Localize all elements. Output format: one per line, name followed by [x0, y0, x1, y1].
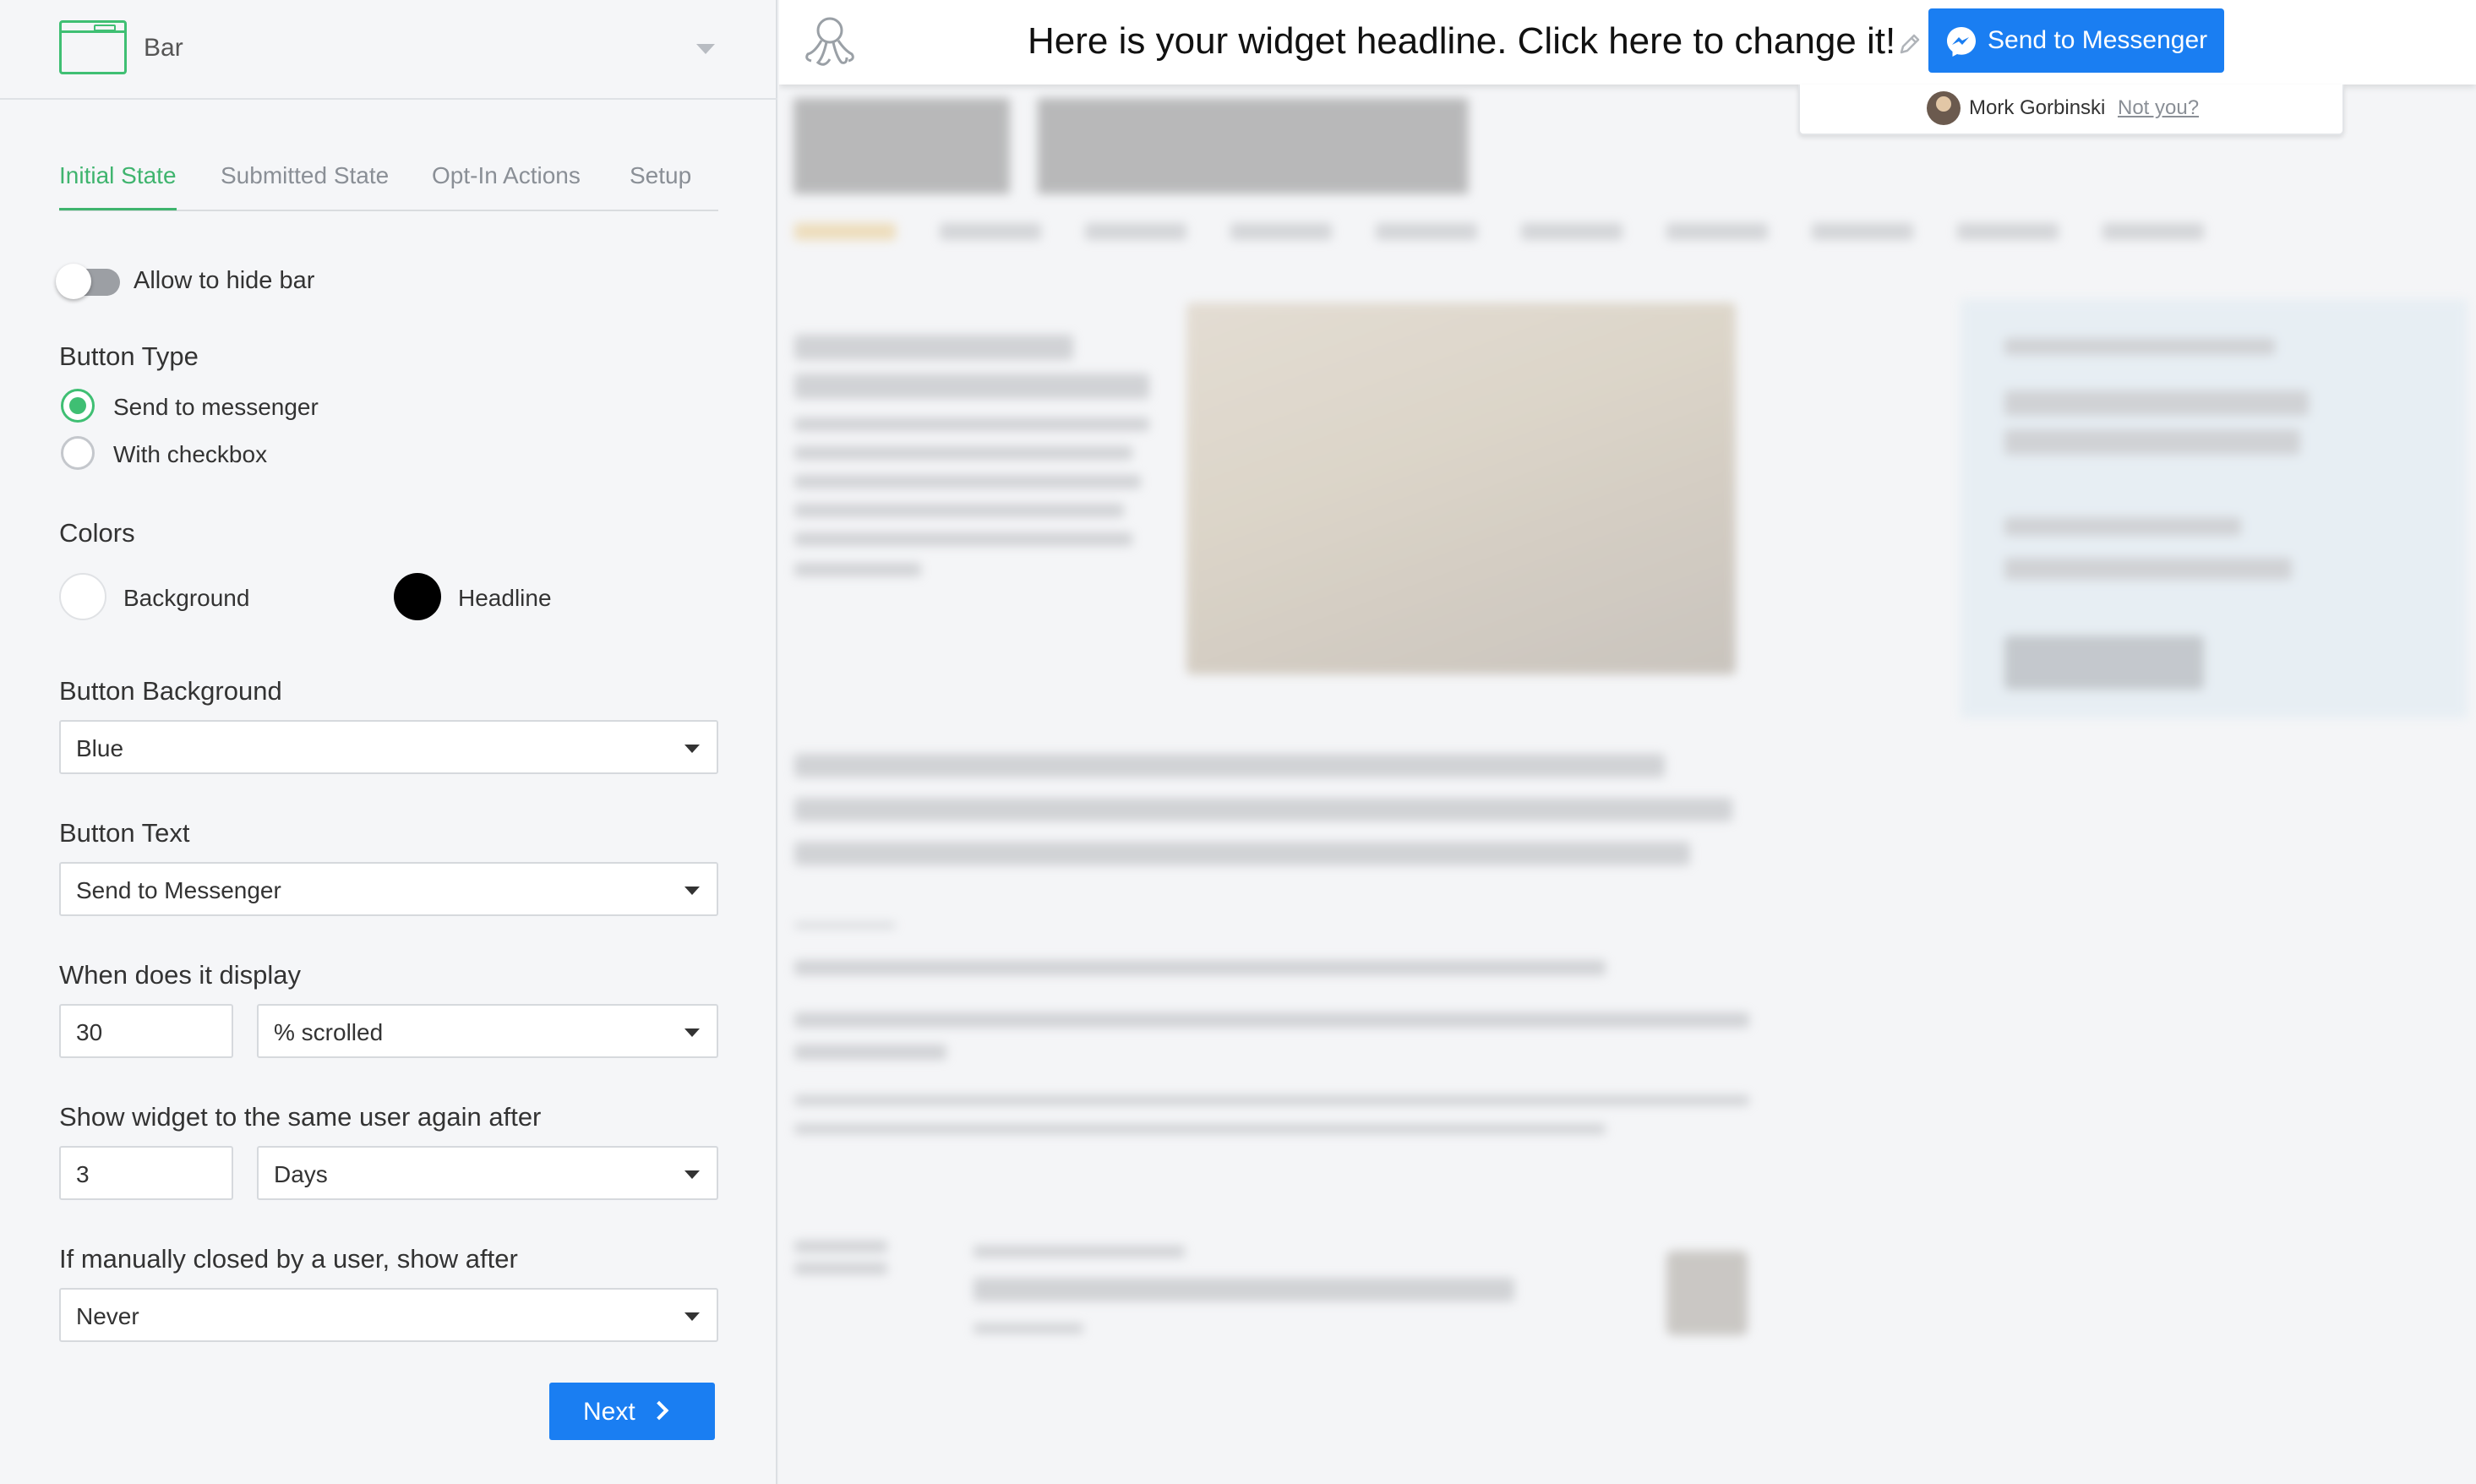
widget-headline[interactable]: Here is your widget headline. Click here… [1028, 20, 1895, 63]
button-type-title: Button Type [59, 341, 199, 371]
widget-bar: Here is your widget headline. Click here… [779, 0, 2476, 85]
display-amount-value: 30 [76, 1019, 103, 1045]
tab-initial-state[interactable]: Initial State [59, 162, 177, 210]
background-color-label: Background [123, 585, 250, 611]
tab-opt-in-actions[interactable]: Opt-In Actions [432, 162, 581, 208]
show-again-amount-value: 3 [76, 1161, 90, 1187]
settings-tabs: Initial State Submitted State Opt-In Act… [59, 157, 718, 211]
blurred-button [2004, 636, 2204, 690]
show-again-unit-value: Days [274, 1161, 328, 1187]
display-unit-select[interactable]: % scrolled [257, 1004, 718, 1058]
button-text-value: Send to Messenger [76, 877, 281, 903]
send-to-messenger-label: Send to Messenger [1988, 26, 2208, 54]
pencil-icon[interactable] [1898, 32, 1922, 56]
caret-down-icon [684, 887, 700, 895]
button-text-title: Button Text [59, 818, 190, 848]
show-again-title: Show widget to the same user again after [59, 1102, 542, 1132]
button-text-select[interactable]: Send to Messenger [59, 862, 718, 916]
background-color-swatch[interactable] [59, 573, 106, 620]
next-button[interactable]: Next [549, 1383, 715, 1440]
messenger-user-box: Mork Gorbinski Not you? [1798, 85, 2344, 135]
colors-title: Colors [59, 518, 135, 548]
tab-submitted-state[interactable]: Submitted State [221, 162, 389, 208]
show-again-unit-select[interactable]: Days [257, 1146, 718, 1200]
show-again-amount-input[interactable]: 3 [59, 1146, 233, 1200]
octopus-logo-icon [805, 17, 854, 66]
radio-with-checkbox[interactable] [61, 436, 95, 470]
bar-widget-icon [59, 20, 127, 74]
button-background-select[interactable]: Blue [59, 720, 718, 774]
blurred-nav [794, 223, 2375, 248]
button-background-title: Button Background [59, 676, 282, 706]
blurred-article-photo [1186, 303, 1736, 674]
chevron-right-icon [649, 1400, 669, 1421]
manually-closed-value: Never [76, 1303, 139, 1329]
next-button-label: Next [583, 1398, 635, 1426]
caret-down-icon[interactable] [696, 44, 715, 54]
hide-bar-label: Allow to hide bar [134, 267, 315, 294]
blurred-website-background: ▇▇▇ ▇▇▇▇▇▇ [779, 0, 2476, 1484]
radio-send-to-messenger-label[interactable]: Send to messenger [113, 394, 319, 421]
avatar [1927, 91, 1961, 125]
caret-down-icon [684, 745, 700, 753]
send-to-messenger-button[interactable]: Send to Messenger [1928, 8, 2224, 73]
caret-down-icon [684, 1028, 700, 1037]
blurred-avatar [1666, 1251, 1748, 1335]
tab-setup[interactable]: Setup [630, 162, 691, 208]
widget-settings-panel: Bar Initial State Submitted State Opt-In… [0, 0, 777, 1484]
widget-type-selector[interactable]: Bar [0, 0, 777, 100]
radio-send-to-messenger[interactable] [61, 389, 95, 423]
display-title: When does it display [59, 960, 302, 990]
manually-closed-title: If manually closed by a user, show after [59, 1244, 518, 1274]
toggle-knob[interactable] [56, 264, 91, 299]
hide-bar-toggle[interactable] [56, 264, 120, 299]
blurred-masthead: ▇▇▇ ▇▇▇▇▇▇ [794, 85, 1468, 193]
caret-down-icon [684, 1312, 700, 1321]
widget-type-label: Bar [144, 34, 183, 62]
button-background-value: Blue [76, 735, 124, 761]
user-name: Mork Gorbinski [1969, 96, 2106, 119]
not-you-link[interactable]: Not you? [2118, 96, 2199, 120]
headline-color-label: Headline [458, 585, 552, 611]
messenger-icon [1947, 27, 1976, 57]
radio-with-checkbox-label[interactable]: With checkbox [113, 441, 267, 468]
caret-down-icon [684, 1170, 700, 1179]
display-amount-input[interactable]: 30 [59, 1004, 233, 1058]
manually-closed-select[interactable]: Never [59, 1288, 718, 1342]
widget-preview: ▇▇▇ ▇▇▇▇▇▇ Here is your widget headline.… [779, 0, 2476, 1484]
display-unit-value: % scrolled [274, 1019, 384, 1045]
headline-color-swatch[interactable] [394, 573, 441, 620]
